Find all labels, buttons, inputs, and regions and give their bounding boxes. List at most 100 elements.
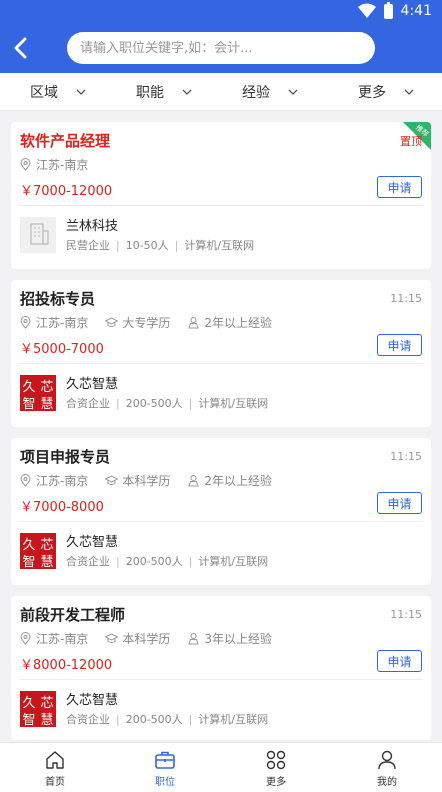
grid-icon [266,750,286,770]
company-name: 兰林科技 [66,219,119,234]
experience-icon [188,317,200,329]
job-location: 江苏-南京 [36,158,89,172]
user-icon [378,750,396,770]
location-icon [20,474,31,487]
tab-more[interactable]: 更多 [246,743,306,792]
bottom-tab-bar: 首页 职位 更多 我的 [0,742,442,792]
company-logo: 久芯智慧 [20,533,56,569]
company-name: 久芯智慧 [66,535,119,550]
job-location: 江苏-南京 [36,474,89,488]
job-location: 江苏-南京 [36,316,89,330]
experience-icon [188,633,200,645]
logo-char: 慧 [40,396,53,411]
logo-char: 久 [22,380,35,395]
back-arrow-icon[interactable] [9,35,35,61]
filter-bar: 区域 职能 经验 更多 [0,73,442,111]
top-bar [0,24,442,73]
logo-char: 芯 [40,696,53,711]
job-title: 招投标专员 [20,290,96,308]
company-size: 200-500人 [125,555,183,568]
job-education: 大专学历 [122,316,171,330]
pinned-label: 置顶 [400,135,422,148]
company-size: 10-50人 [125,239,169,252]
job-meta: 江苏-南京 本科学历 2年以上经验 [19,472,289,489]
apply-button[interactable]: 申请 [377,176,422,198]
job-title: 前段开发工程师 [20,606,126,624]
company-type: 合资企业 [66,555,110,568]
job-time: 11:15 [390,292,422,305]
filter-label: 经验 [242,85,270,101]
company-info: 合资企业 | 200-500人 | 计算机/互联网 [66,397,269,410]
job-salary: ￥8000-12000 [20,658,113,673]
chevron-down-icon [404,89,414,95]
filter-function[interactable]: 职能 [136,73,192,111]
job-time: 11:15 [390,608,422,621]
location-icon [20,316,31,329]
divider [19,521,423,522]
filter-more[interactable]: 更多 [358,73,414,111]
logo-char: 智 [22,397,35,411]
apply-button[interactable]: 申请 [377,650,422,672]
logo-char: 久 [22,538,35,553]
tab-home[interactable]: 首页 [25,743,85,792]
chevron-down-icon [288,89,298,95]
tab-jobs[interactable]: 职位 [135,743,195,792]
company-logo-building-icon [20,217,56,253]
location-icon [20,632,31,645]
status-bar: 4:41 [0,0,442,24]
tab-label: 我的 [377,777,397,788]
logo-char: 芯 [40,380,53,395]
divider [19,205,423,206]
job-meta: 江苏-南京 本科学历 3年以上经验 [19,630,289,647]
filter-region[interactable]: 区域 [30,73,86,111]
company-name: 久芯智慧 [66,377,119,392]
job-meta: 江苏-南京 [19,156,105,173]
job-education: 本科学历 [122,632,171,646]
company-type: 合资企业 [66,713,110,726]
company-type: 合资企业 [66,397,110,410]
search-input[interactable] [67,32,375,64]
wifi-icon [357,3,376,18]
company-name: 久芯智慧 [66,693,119,708]
job-card[interactable]: 项目申报专员 11:15 江苏-南京 本科学历 2年以上经验 ￥7000-800… [11,438,431,585]
graduation-cap-icon [105,475,119,485]
job-salary: ￥5000-7000 [20,342,104,357]
job-meta: 江苏-南京 大专学历 2年以上经验 [19,314,289,331]
company-size: 200-500人 [125,397,183,410]
battery-icon [383,1,393,19]
company-industry: 计算机/互联网 [198,555,269,568]
job-card[interactable]: 软件产品经理 推荐 置顶 江苏-南京 ￥7000-12000 申请 兰林科技 民… [11,122,431,269]
job-title: 软件产品经理 [20,132,111,150]
filter-experience[interactable]: 经验 [242,73,298,111]
filter-label: 区域 [30,85,58,101]
job-location: 江苏-南京 [36,632,89,646]
job-experience: 2年以上经验 [204,474,272,488]
logo-char: 智 [22,555,35,569]
divider [19,363,423,364]
job-experience: 2年以上经验 [204,316,272,330]
logo-char: 智 [22,713,35,727]
tab-label: 更多 [266,777,286,788]
logo-char: 久 [22,696,35,711]
graduation-cap-icon [105,317,119,327]
logo-char: 芯 [40,538,53,553]
job-experience: 3年以上经验 [204,632,272,646]
company-logo: 久芯智慧 [20,375,56,411]
apply-button[interactable]: 申请 [377,492,422,514]
experience-icon [188,475,200,487]
job-education: 本科学历 [122,474,171,488]
company-size: 200-500人 [125,713,183,726]
company-info: 民营企业 | 10-50人 | 计算机/互联网 [66,239,255,252]
tab-label: 首页 [45,777,65,788]
job-card[interactable]: 前段开发工程师 11:15 江苏-南京 本科学历 3年以上经验 ￥8000-12… [11,596,431,740]
tab-profile[interactable]: 我的 [357,743,417,792]
company-info: 合资企业 | 200-500人 | 计算机/互联网 [66,713,269,726]
apply-button[interactable]: 申请 [377,334,422,356]
status-time: 4:41 [400,3,432,19]
chevron-down-icon [76,89,86,95]
job-card[interactable]: 招投标专员 11:15 江苏-南京 大专学历 2年以上经验 ￥5000-7000… [11,280,431,427]
company-logo: 久芯智慧 [20,691,56,727]
divider [19,679,423,680]
logo-char: 慧 [40,554,53,569]
graduation-cap-icon [105,633,119,643]
